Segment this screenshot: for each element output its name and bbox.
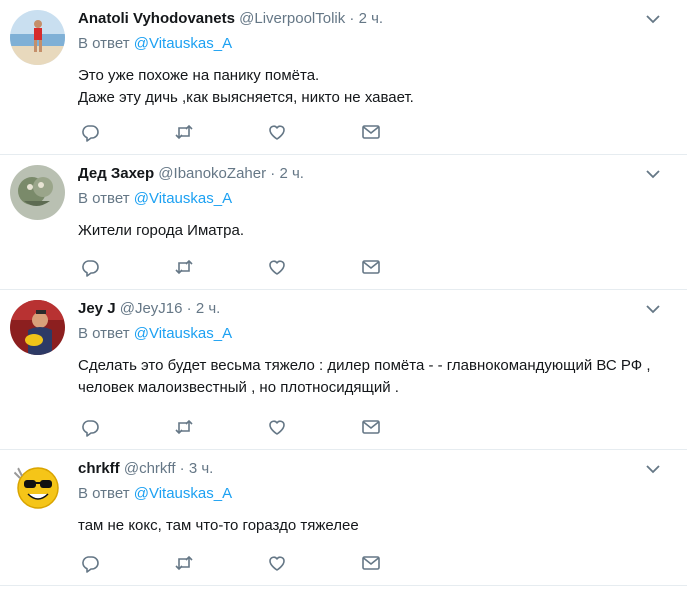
user-fullname[interactable]: Anatoli Vyhodovanets	[78, 10, 235, 27]
tweet-timestamp[interactable]: 2 ч.	[196, 300, 221, 317]
mention-link[interactable]: @Vitauskas_A	[134, 485, 232, 502]
chevron-down-icon[interactable]	[645, 12, 661, 24]
tweet[interactable]: Дед Захер @IbanokoZaher · 2 ч. В ответ @…	[0, 155, 687, 290]
separator-dot: ·	[345, 10, 359, 27]
tweet-actions	[80, 122, 381, 142]
user-fullname[interactable]: Дед Захер	[78, 165, 154, 182]
tweet[interactable]: Anatoli Vyhodovanets @LiverpoolTolik · 2…	[0, 0, 687, 155]
separator-dot: ·	[266, 165, 280, 182]
mention-link[interactable]: @Vitauskas_A	[134, 190, 232, 207]
avatar[interactable]	[10, 10, 65, 65]
reply-prefix: В ответ	[78, 485, 130, 502]
avatar[interactable]	[10, 460, 65, 515]
tweet[interactable]: Jey J @JeyJ16 · 2 ч. В ответ @Vitauskas_…	[0, 290, 687, 450]
chevron-down-icon[interactable]	[645, 167, 661, 179]
tweet-header: Дед Захер @IbanokoZaher · 2 ч.	[78, 164, 675, 184]
reply-context: В ответ @Vitauskas_A	[78, 324, 675, 344]
reply-icon[interactable]	[80, 257, 100, 277]
user-handle[interactable]: @LiverpoolTolik	[239, 10, 345, 27]
user-handle[interactable]: @IbanokoZaher	[158, 165, 266, 182]
reply-icon[interactable]	[80, 553, 100, 573]
retweet-icon[interactable]	[174, 122, 194, 142]
reply-icon[interactable]	[80, 122, 100, 142]
user-fullname[interactable]: Jey J	[78, 300, 116, 317]
retweet-icon[interactable]	[174, 257, 194, 277]
separator-dot: ·	[175, 460, 189, 477]
tweet-actions	[80, 257, 381, 277]
heart-icon[interactable]	[267, 417, 287, 437]
mention-link[interactable]: @Vitauskas_A	[134, 325, 232, 342]
user-handle[interactable]: @chrkff	[124, 460, 176, 477]
tweet-header: chrkff @chrkff · 3 ч.	[78, 459, 675, 479]
tweet-header: Anatoli Vyhodovanets @LiverpoolTolik · 2…	[78, 9, 675, 29]
heart-icon[interactable]	[267, 122, 287, 142]
tweet-actions	[80, 553, 381, 573]
tweet-text: там не кокс, там что-то гораздо тяжелее	[78, 517, 359, 534]
mention-link[interactable]: @Vitauskas_A	[134, 35, 232, 52]
tweet-actions	[80, 417, 381, 437]
reply-context: В ответ @Vitauskas_A	[78, 484, 675, 504]
tweet-header: Jey J @JeyJ16 · 2 ч.	[78, 299, 675, 319]
user-fullname[interactable]: chrkff	[78, 460, 120, 477]
reply-context: В ответ @Vitauskas_A	[78, 34, 675, 54]
tweet-timestamp[interactable]: 3 ч.	[189, 460, 214, 477]
tweet-text: Это уже похоже на панику помёта. Даже эт…	[78, 67, 414, 106]
reply-prefix: В ответ	[78, 190, 130, 207]
tweet-text: Сделать это будет весьма тяжело : дилер …	[78, 357, 651, 396]
avatar[interactable]	[10, 300, 65, 355]
chevron-down-icon[interactable]	[645, 462, 661, 474]
envelope-icon[interactable]	[361, 257, 381, 277]
avatar[interactable]	[10, 165, 65, 220]
reply-context: В ответ @Vitauskas_A	[78, 189, 675, 209]
heart-icon[interactable]	[267, 257, 287, 277]
retweet-icon[interactable]	[174, 417, 194, 437]
reply-prefix: В ответ	[78, 325, 130, 342]
reply-icon[interactable]	[80, 417, 100, 437]
envelope-icon[interactable]	[361, 122, 381, 142]
heart-icon[interactable]	[267, 553, 287, 573]
tweet[interactable]: chrkff @chrkff · 3 ч. В ответ @Vitauskas…	[0, 450, 687, 586]
envelope-icon[interactable]	[361, 417, 381, 437]
chevron-down-icon[interactable]	[645, 302, 661, 314]
separator-dot: ·	[182, 300, 196, 317]
reply-prefix: В ответ	[78, 35, 130, 52]
tweet-timestamp[interactable]: 2 ч.	[279, 165, 304, 182]
tweet-text: Жители города Иматра.	[78, 222, 245, 239]
envelope-icon[interactable]	[361, 553, 381, 573]
retweet-icon[interactable]	[174, 553, 194, 573]
tweet-timestamp[interactable]: 2 ч.	[359, 10, 384, 27]
user-handle[interactable]: @JeyJ16	[120, 300, 183, 317]
